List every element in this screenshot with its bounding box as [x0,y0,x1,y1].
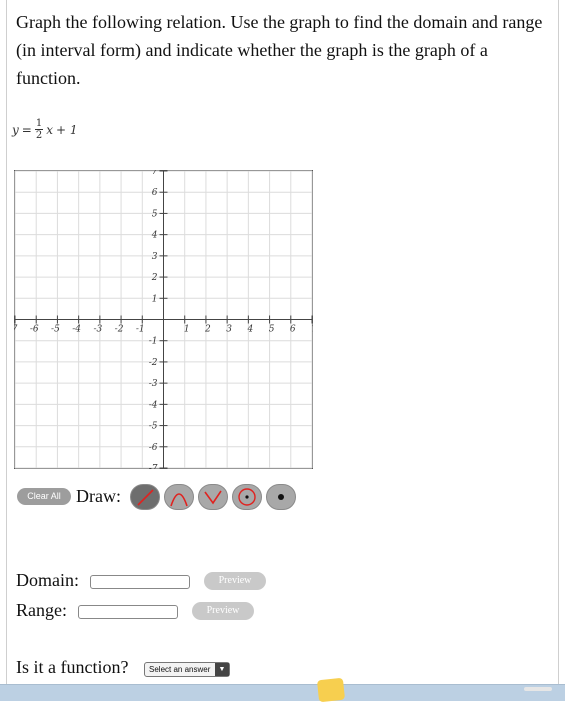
domain-label: Domain: [16,570,79,590]
x-tick-label: -3 [93,325,102,335]
y-tick-label: 2 [151,273,158,283]
y-tick-label: 6 [152,188,158,198]
sticky-marker-icon [316,677,346,702]
function-answer-value: Select an answer [149,665,211,674]
clear-all-button[interactable]: Clear All [17,488,71,505]
draw-label: Draw: [76,486,121,506]
circle-tool-icon [238,488,256,506]
y-tick-label: -2 [149,358,158,368]
equation-rest: + 1 [56,122,78,137]
y-tick-label: -5 [149,422,158,432]
equation-fraction: 1 2 [34,118,44,141]
x-tick-label: -5 [51,325,60,335]
y-tick-label: 5 [152,209,158,219]
line-tool-icon [137,489,154,506]
x-tick-label: 6 [290,325,296,335]
absolute-value-tool-icon [204,490,222,505]
graph-canvas[interactable]: -7 -6 -5 -4 -3 -2 -1 1 2 3 4 5 6 7 7 6 5 4 3 2 1 -1 -2 -3 -4 -5 -6… [14,170,313,469]
x-tick-label: -6 [30,325,39,335]
x-tick-label: -1 [136,325,145,335]
graph-svg[interactable]: -7 -6 -5 -4 -3 -2 -1 1 2 3 4 5 6 7 7 6 5 4 3 2 1 -1 -2 -3 -4 -5 -6… [14,170,313,469]
point-tool-icon [278,494,284,500]
y-tick-label: -4 [149,400,158,410]
scroll-stub [524,687,552,691]
y-tick-label: -1 [149,337,158,347]
y-tick-label: 7 [152,170,158,177]
y-tick-label: 1 [152,294,158,304]
x-tick-label: -7 [14,325,18,335]
parabola-tool-button[interactable] [164,484,194,510]
y-tick-label: -6 [149,443,158,453]
question-text: Graph the following relation. Use the gr… [16,12,543,88]
chevron-down-icon: ▼ [215,663,229,676]
domain-input[interactable] [90,575,190,589]
circle-tool-button[interactable] [232,484,262,510]
line-tool-button[interactable] [130,484,160,510]
absolute-value-tool-button[interactable] [198,484,228,510]
x-tick-label: 1 [184,325,190,335]
y-tick-label: 4 [151,231,158,241]
draw-toolbar: Clear All Draw: [15,482,315,512]
x-tick-label: 5 [269,325,275,335]
y-tick-label: -3 [149,379,158,389]
x-tick-label: 2 [204,325,211,335]
function-question-label: Is it a function? [16,657,129,677]
domain-preview-button[interactable]: Preview [204,572,266,590]
fraction-numerator: 1 [34,118,44,130]
y-tick-label: -7 [149,464,158,469]
equation-variable: x [46,122,53,137]
point-tool-button[interactable] [266,484,296,510]
fraction-denominator: 2 [35,130,43,141]
equation-lhs: y [12,122,19,137]
range-label: Range: [16,600,67,620]
y-tick-label: 3 [152,252,158,262]
x-tick-label: 4 [246,325,253,335]
function-answer-select[interactable]: Select an answer ▼ [144,662,230,677]
x-tick-label: -4 [72,325,81,335]
x-tick-label: 3 [226,325,232,335]
x-tick-label: -2 [115,325,124,335]
range-input[interactable] [78,605,178,619]
range-preview-button[interactable]: Preview [192,602,254,620]
bottom-bar [0,677,565,702]
equation-equals: = [21,122,32,137]
equation: y = 1 2 x + 1 [12,118,78,141]
parabola-tool-icon [170,493,188,507]
x-tick-label: 7 [311,325,313,335]
